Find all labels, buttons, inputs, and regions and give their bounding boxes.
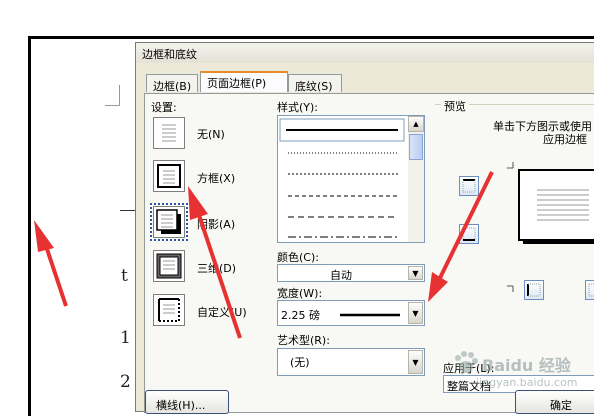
- annotation-arrow: [428, 171, 494, 302]
- annotation-arrow: [188, 186, 242, 339]
- annotation-arrow: [34, 220, 68, 307]
- annotation-arrows: [34, 171, 494, 339]
